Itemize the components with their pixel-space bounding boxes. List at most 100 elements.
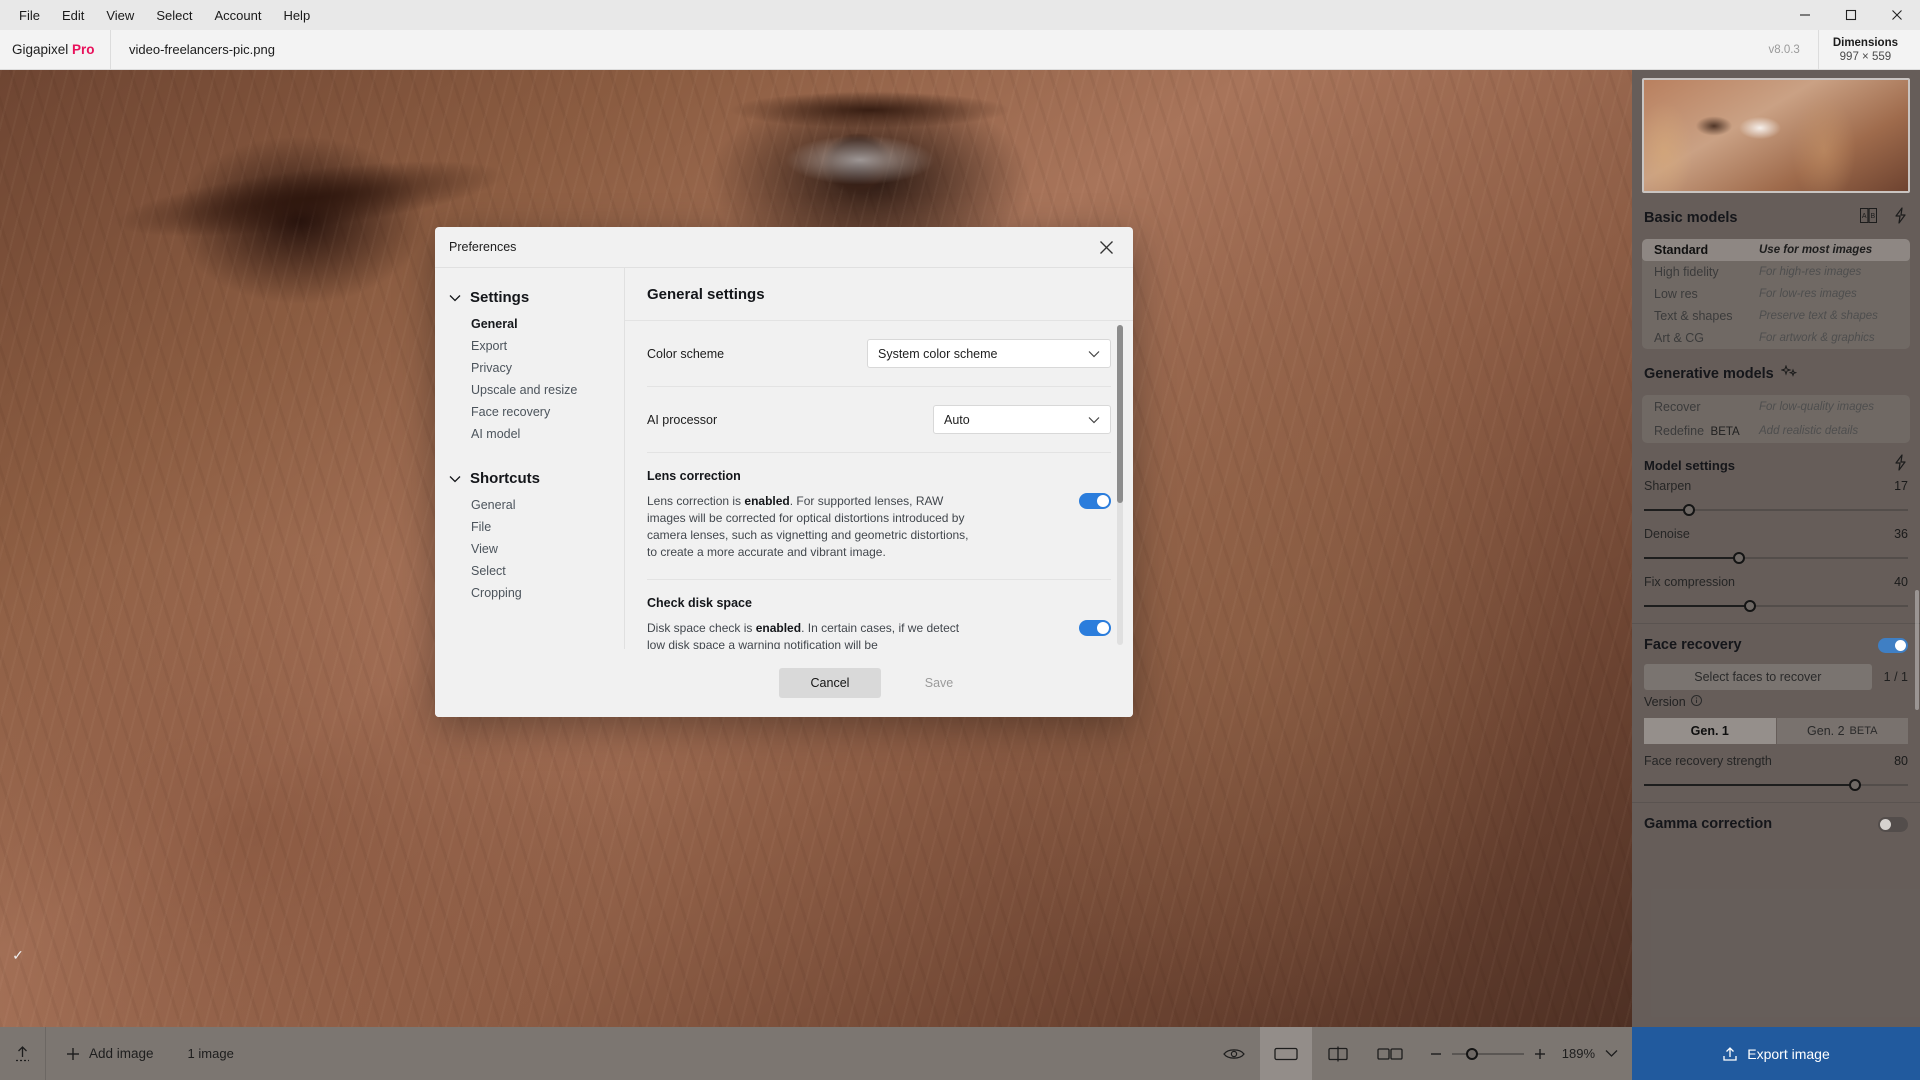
lens-correction-toggle[interactable] [1079,493,1111,509]
nav-group-settings[interactable]: Settings [435,282,624,313]
model-desc: Preserve text & shapes [1759,310,1878,322]
basic-models-list: Standard Use for most images High fideli… [1642,239,1910,349]
file-name-tab[interactable]: video-freelancers-pic.png [111,42,275,57]
bottom-toolbar: Add image 1 image 189% [0,1027,1920,1080]
model-option-high-fidelity[interactable]: High fidelity For high-res images [1642,261,1910,283]
sidebar-item-shortcuts-general[interactable]: General [435,494,624,516]
face-recovery-toggle[interactable] [1878,638,1908,653]
minimize-icon[interactable] [1782,0,1828,30]
slider-row-fix-compression: Fix compression 40 [1632,575,1920,597]
dialog-close-icon[interactable] [1093,234,1119,260]
brand-name: Gigapixel [12,42,68,57]
slider-value-sharpen: 17 [1894,479,1908,493]
settings-scrollbar-thumb[interactable] [1117,325,1123,503]
close-icon[interactable] [1874,0,1920,30]
cancel-button[interactable]: Cancel [779,668,881,698]
sidebar-item-face-recovery[interactable]: Face recovery [435,401,624,423]
sidebar-item-shortcuts-view[interactable]: View [435,538,624,560]
slider-knob[interactable] [1849,779,1861,791]
menu-select[interactable]: Select [145,4,203,27]
select-faces-button[interactable]: Select faces to recover [1644,664,1872,690]
model-option-low-res[interactable]: Low res For low-res images [1642,283,1910,305]
export-image-button[interactable]: Export image [1632,1027,1920,1080]
desc-emphasis: enabled [756,621,801,635]
zoom-percent-label: 189% [1556,1046,1595,1061]
gen2-beta-badge: BETA [1850,725,1878,737]
sidebar-item-shortcuts-cropping[interactable]: Cropping [435,582,624,604]
model-option-recover[interactable]: Recover For low-quality images [1642,395,1910,419]
desc-part-a: Disk space check is [647,621,756,635]
maximize-icon[interactable] [1828,0,1874,30]
compare-ab-icon[interactable]: AB [1860,208,1877,228]
side-by-side-view-icon[interactable] [1364,1027,1416,1080]
lens-correction-title: Lens correction [647,469,1053,483]
check-disk-space-toggle[interactable] [1079,620,1111,636]
model-option-redefine[interactable]: Redefine BETA Add realistic details [1642,419,1910,443]
face-recovery-header: Face recovery [1632,632,1920,658]
auto-lightning-icon[interactable] [1893,207,1908,229]
chevron-down-icon [1088,413,1100,427]
dimensions-value: 997 × 559 [1833,51,1898,63]
add-image-button[interactable]: Add image [46,1027,174,1080]
face-recovery-title: Face recovery [1644,637,1742,653]
slider-sharpen[interactable] [1644,503,1908,517]
model-settings-header: Model settings [1632,451,1920,479]
model-option-text-shapes[interactable]: Text & shapes Preserve text & shapes [1642,305,1910,327]
menu-view[interactable]: View [95,4,145,27]
model-option-standard[interactable]: Standard Use for most images [1642,239,1910,261]
auto-lightning-icon[interactable] [1893,454,1908,476]
menu-account[interactable]: Account [203,4,272,27]
dialog-header: Preferences [435,227,1133,268]
settings-scroll-area[interactable]: Color scheme System color scheme AI proc… [625,321,1133,649]
preview-eye-icon[interactable] [1208,1027,1260,1080]
slider-fill [1644,784,1855,786]
slider-face-strength[interactable] [1644,778,1908,792]
nav-group-shortcuts[interactable]: Shortcuts [435,463,624,494]
select-faces-row: Select faces to recover 1 / 1 [1632,664,1920,690]
gen2-button[interactable]: Gen. 2 BETA [1777,718,1909,744]
bottom-toolbar-right: 189% Export image [1208,1027,1920,1080]
ai-processor-select[interactable]: Auto [933,405,1111,434]
slider-value-fix-compression: 40 [1894,575,1908,589]
brand-pro-badge: Pro [72,42,95,57]
sidebar-item-ai-model[interactable]: AI model [435,423,624,445]
sidebar-item-export[interactable]: Export [435,335,624,357]
sidebar-item-general[interactable]: General [435,313,624,335]
settings-right-panel: Basic models AB Standard Use for most im… [1632,70,1920,1027]
gamma-correction-toggle[interactable] [1878,817,1908,832]
split-view-icon[interactable] [1312,1027,1364,1080]
preview-thumbnail[interactable] [1642,78,1910,193]
slider-knob[interactable] [1744,600,1756,612]
color-scheme-select[interactable]: System color scheme [867,339,1111,368]
menu-file[interactable]: File [8,4,51,27]
slider-denoise[interactable] [1644,551,1908,565]
chevron-down-icon [1605,1049,1618,1058]
upload-icon[interactable] [0,1027,46,1080]
sidebar-item-upscale-and-resize[interactable]: Upscale and resize [435,379,624,401]
sidebar-item-shortcuts-select[interactable]: Select [435,560,624,582]
gen1-button[interactable]: Gen. 1 [1644,718,1776,744]
save-button[interactable]: Save [899,668,979,698]
ai-processor-label: AI processor [647,413,933,427]
slider-label-face-strength: Face recovery strength [1644,754,1894,768]
model-option-art-cg[interactable]: Art & CG For artwork & graphics [1642,327,1910,349]
check-disk-space-title: Check disk space [647,596,1053,610]
menu-edit[interactable]: Edit [51,4,95,27]
ai-processor-value: Auto [944,413,970,427]
slider-row-sharpen: Sharpen 17 [1632,479,1920,501]
single-view-icon[interactable] [1260,1027,1312,1080]
slider-knob[interactable] [1683,504,1695,516]
right-panel-scrollbar[interactable] [1915,590,1919,710]
sidebar-item-privacy[interactable]: Privacy [435,357,624,379]
dialog-title: Preferences [449,240,516,254]
sidebar-item-shortcuts-file[interactable]: File [435,516,624,538]
zoom-slider-knob[interactable] [1466,1048,1478,1060]
app-brand: Gigapixel Pro [0,42,110,57]
slider-fix-compression[interactable] [1644,599,1908,613]
info-icon[interactable] [1691,695,1702,709]
model-name: Art & CG [1654,331,1759,345]
model-desc: For artwork & graphics [1759,332,1875,344]
menu-help[interactable]: Help [272,4,321,27]
slider-knob[interactable] [1733,552,1745,564]
zoom-slider[interactable] [1452,1053,1524,1055]
